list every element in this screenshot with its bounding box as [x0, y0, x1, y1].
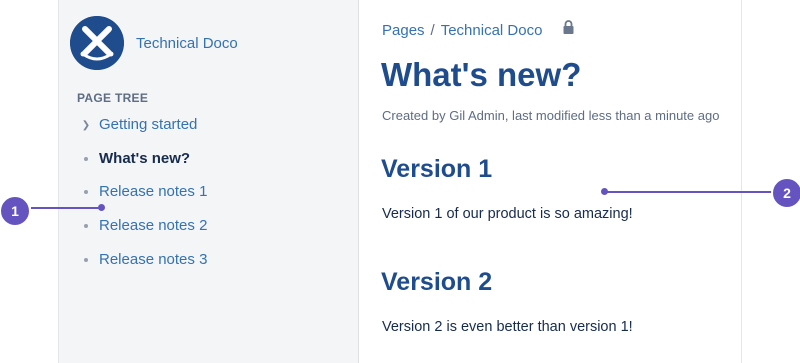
- tree-item-label[interactable]: Release notes 1: [99, 183, 207, 200]
- tree-item-label[interactable]: Getting started: [99, 116, 197, 133]
- main-content: Pages / Technical Doco What's new? Created…: [359, 0, 741, 363]
- tree-item-label[interactable]: Release notes 2: [99, 217, 207, 234]
- breadcrumb-space-link[interactable]: Technical Doco: [441, 22, 543, 39]
- page-tree-heading: PAGE TREE: [77, 91, 149, 105]
- bullet-icon: [79, 250, 93, 270]
- section-text-version-2: Version 2 is even better than version 1!: [382, 319, 633, 335]
- callout-1-line: [31, 207, 102, 209]
- callout-2-badge: 2: [771, 177, 800, 209]
- tree-item-label[interactable]: What's new?: [99, 150, 190, 167]
- page-title: What's new?: [381, 56, 582, 93]
- lock-icon[interactable]: [563, 20, 574, 38]
- confluence-page-frame: Technical Doco PAGE TREE ❯ Getting start…: [58, 0, 742, 363]
- callout-1-badge: 1: [0, 195, 31, 227]
- bullet-icon: [79, 182, 93, 202]
- breadcrumb-pages-link[interactable]: Pages: [382, 22, 425, 39]
- sidebar: Technical Doco PAGE TREE ❯ Getting start…: [59, 0, 359, 363]
- space-name-link[interactable]: Technical Doco: [136, 35, 238, 52]
- space-logo-icon[interactable]: [70, 16, 124, 70]
- section-heading-version-2: Version 2: [381, 268, 493, 296]
- section-text-version-1: Version 1 of our product is so amazing!: [382, 206, 633, 222]
- breadcrumb-separator: /: [430, 22, 435, 39]
- tree-item-label[interactable]: Release notes 3: [99, 251, 207, 268]
- callout-1-endpoint: [98, 204, 105, 211]
- callout-2-line: [604, 191, 774, 193]
- callout-2-endpoint: [601, 188, 608, 195]
- section-heading-version-1: Version 1: [381, 155, 493, 183]
- bullet-icon: [79, 149, 93, 169]
- chevron-right-icon[interactable]: ❯: [79, 115, 93, 135]
- bullet-icon: [79, 216, 93, 236]
- page-byline: Created by Gil Admin, last modified less…: [382, 108, 720, 123]
- breadcrumb: Pages / Technical Doco: [382, 20, 574, 40]
